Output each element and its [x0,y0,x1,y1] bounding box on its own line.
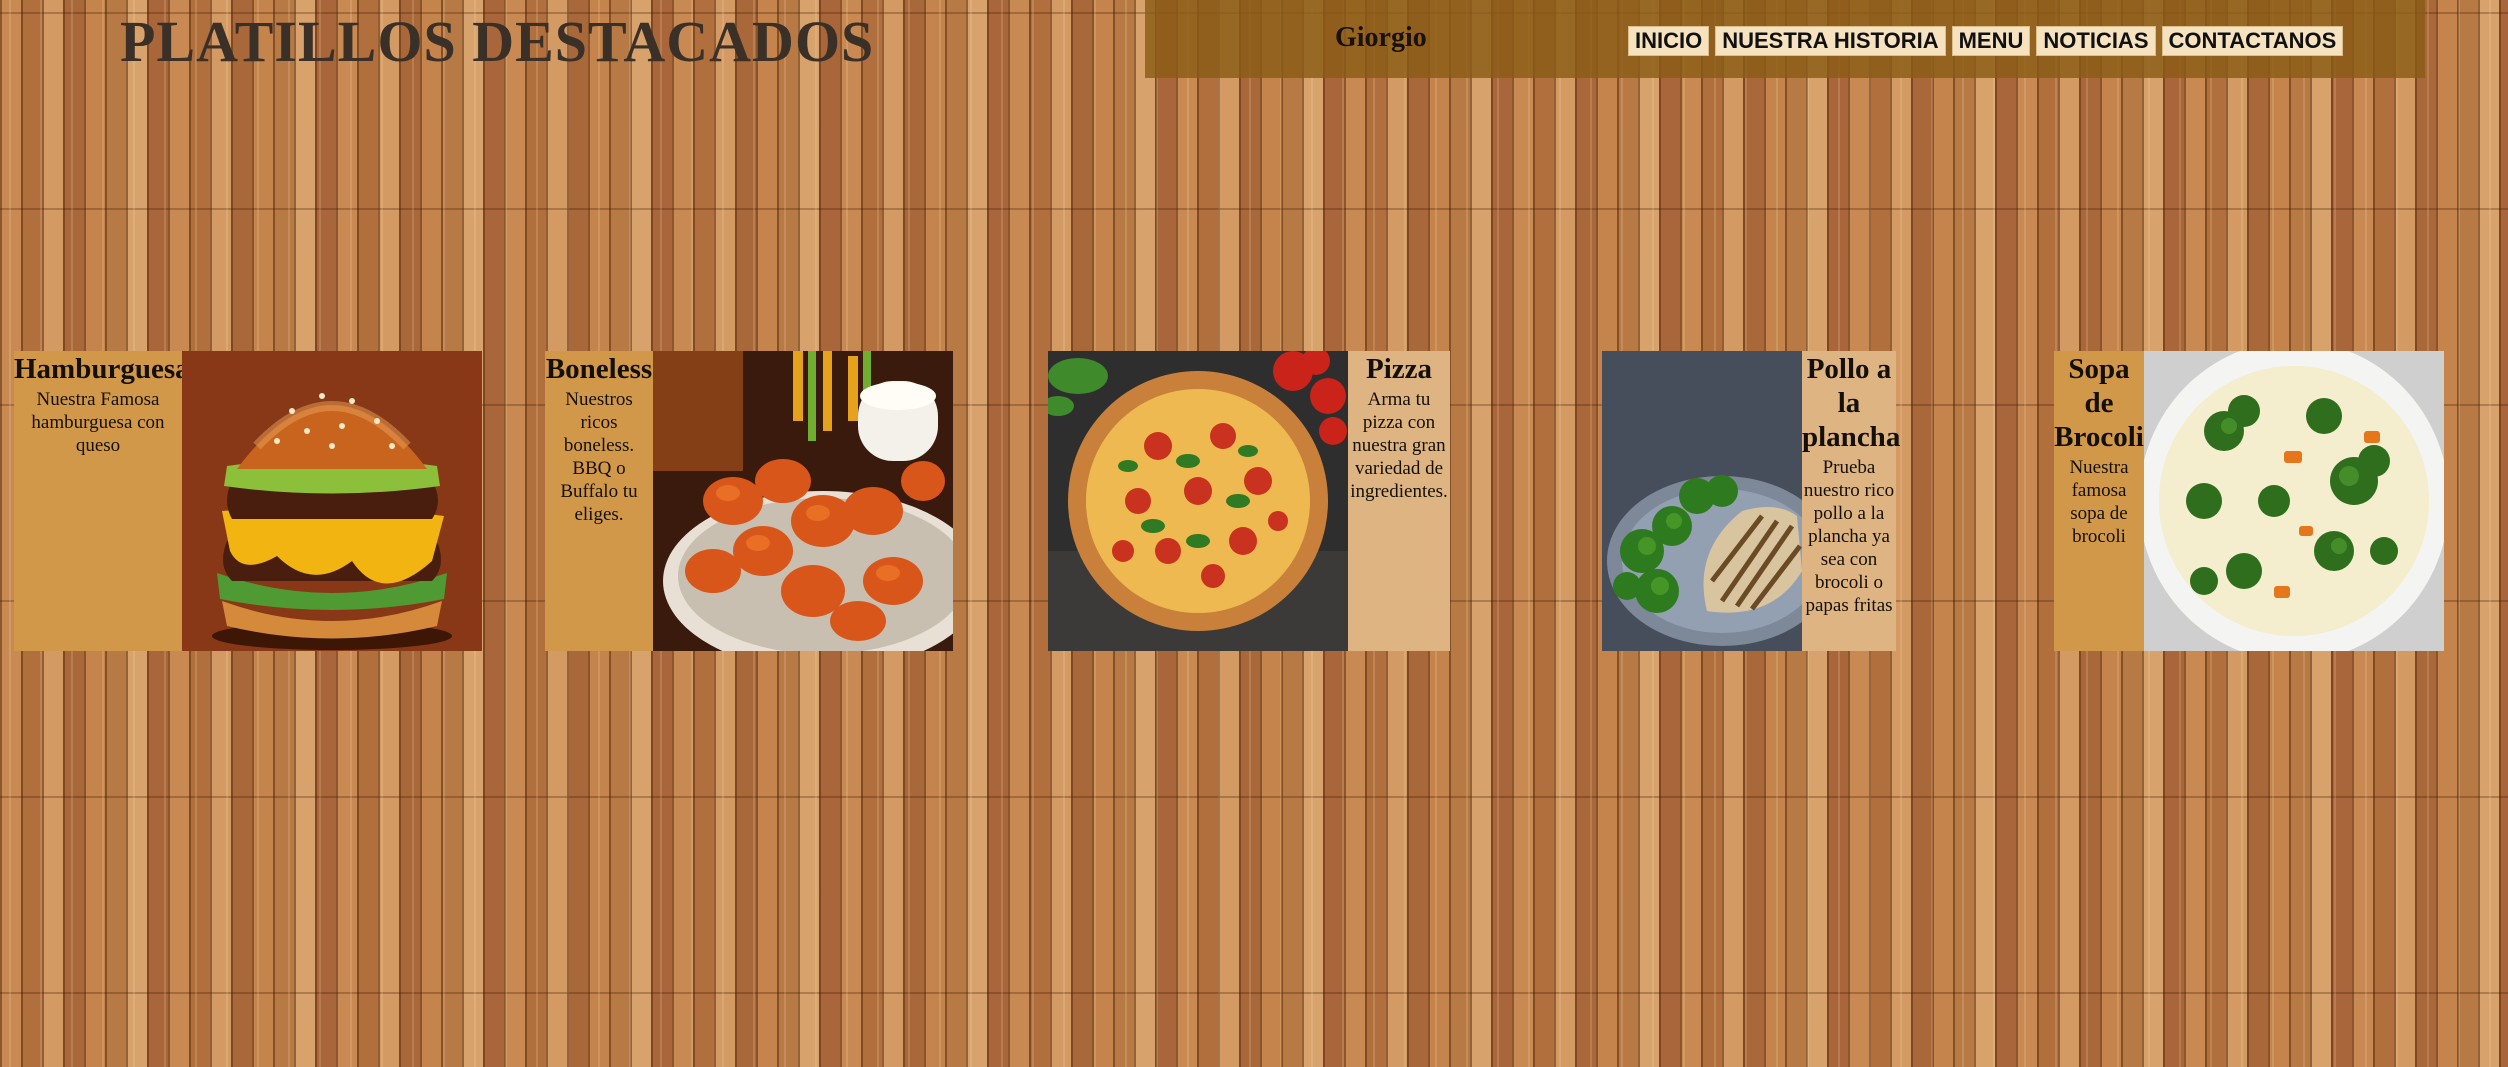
boneless-image [653,351,953,651]
dish-title: Pizza [1365,353,1432,385]
nav-inicio[interactable]: INICIO [1628,26,1710,56]
nav-noticias[interactable]: NOTICIAS [2036,26,2156,56]
dish-title: Hamburguesa [14,353,190,385]
nav-nuestra-historia[interactable]: NUESTRA HISTORIA [1715,26,1946,56]
dish-card-hamburguesa: Hamburguesa Nuestra Famosa hamburguesa c… [14,351,190,651]
main-nav: INICIO NUESTRA HISTORIA MENU NOTICIAS CO… [1628,26,2344,56]
pizza-image [1048,351,1348,651]
dish-title: Boneless [545,353,653,385]
dish-card-sopa: Sopa de Brocoli Nuestra famosa sopa de b… [2054,351,2144,651]
dish-description: Nuestra famosa sopa de brocoli [2069,457,2129,547]
dish-description: Nuestros ricos boneless. BBQ o Buffalo t… [560,389,638,525]
dish-title: Pollo a la plancha [1802,353,1901,453]
dish-card-pizza: Pizza Arma tu pizza con nuestra gran var… [1348,351,1450,651]
dish-description: Nuestra Famosa hamburguesa con queso [31,389,165,456]
dish-description: Arma tu pizza con nuestra gran variedad … [1350,389,1448,502]
dish-card-boneless: Boneless Nuestros ricos boneless. BBQ o … [545,351,653,651]
dish-card-pollo: Pollo a la plancha Prueba nuestro rico p… [1802,351,1901,651]
brand-name: Giorgio [1335,22,1427,53]
dish-title: Sopa de Brocoli [2054,353,2144,453]
nav-menu[interactable]: MENU [1951,26,2031,56]
page-title: PLATILLOS DESTACADOS [120,9,875,74]
dish-description: Prueba nuestro rico pollo a la plancha y… [1803,457,1895,616]
burger-image [182,351,482,651]
nav-contactanos[interactable]: CONTACTANOS [2161,26,2344,56]
chicken-image [1602,351,1802,651]
soup-image [2144,351,2444,651]
